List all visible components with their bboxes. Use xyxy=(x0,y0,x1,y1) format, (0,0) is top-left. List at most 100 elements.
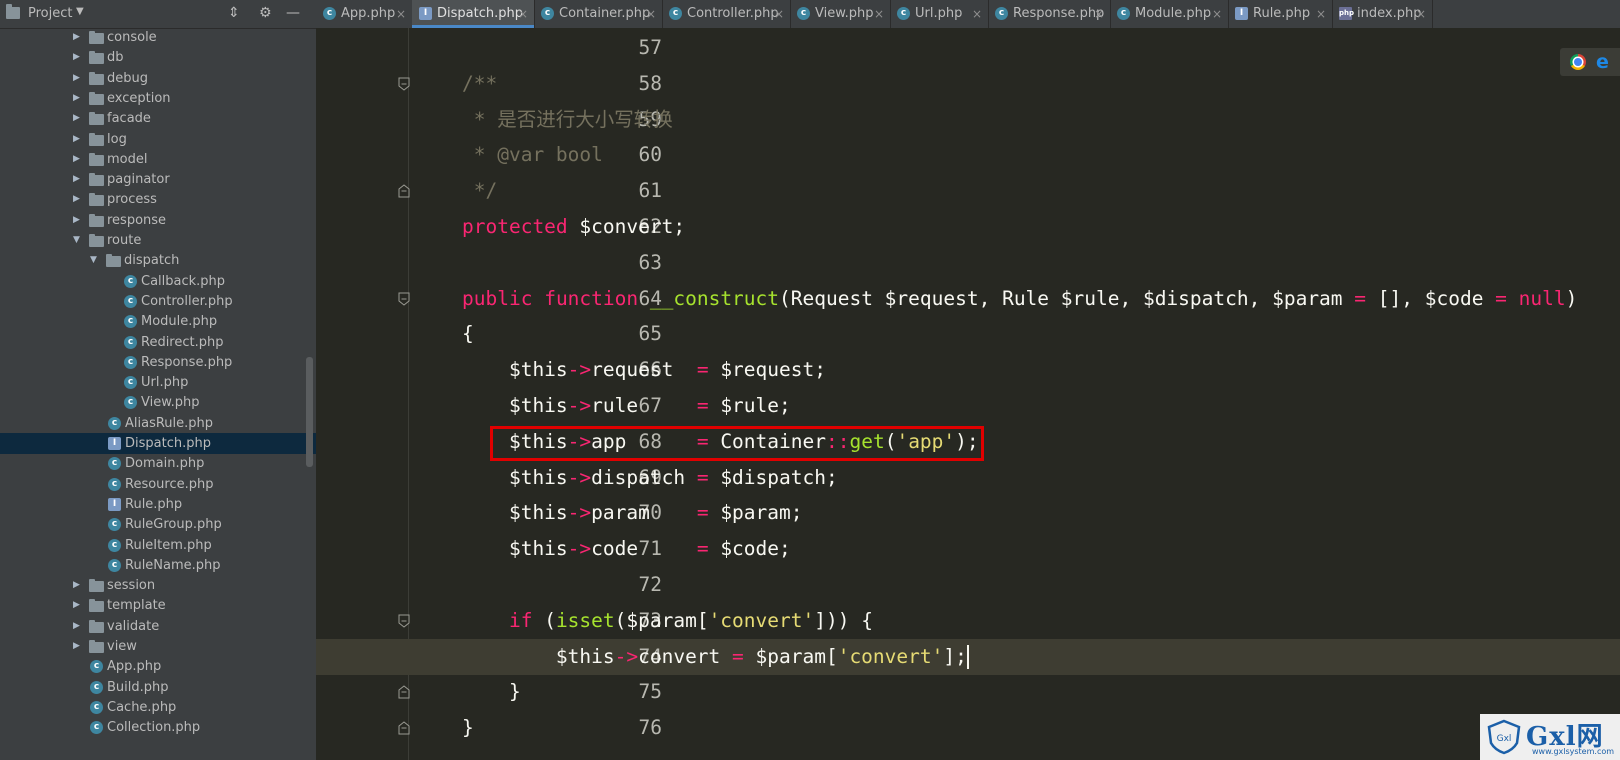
editor-tab[interactable]: php index.php × xyxy=(1332,0,1433,28)
tree-file[interactable]: c Build.php xyxy=(0,677,316,698)
tree-file[interactable]: c Response.php xyxy=(0,352,316,373)
close-tab-icon[interactable]: × xyxy=(518,0,528,28)
fold-open-icon[interactable] xyxy=(398,292,410,306)
editor-tab[interactable]: c Module.php × xyxy=(1110,0,1229,28)
tree-folder[interactable]: ▶ facade xyxy=(0,108,316,129)
collapsed-arrow-icon[interactable]: ▶ xyxy=(73,575,83,596)
code-line[interactable]: 60 * @var bool xyxy=(316,137,1620,173)
code-line[interactable]: 70 $this->param = $param; xyxy=(316,495,1620,531)
close-tab-icon[interactable]: × xyxy=(1316,0,1326,28)
editor-tab[interactable]: I Dispatch.php × xyxy=(412,0,535,28)
code-line[interactable]: 75 } xyxy=(316,674,1620,710)
close-tab-icon[interactable]: × xyxy=(774,0,784,28)
chevron-down-icon[interactable]: ▼ xyxy=(76,6,84,17)
tree-folder[interactable]: ▶ template xyxy=(0,595,316,616)
code-line[interactable]: 69 $this->dispatch = $dispatch; xyxy=(316,460,1620,496)
close-tab-icon[interactable]: × xyxy=(1212,0,1222,28)
tree-file[interactable]: c RuleGroup.php xyxy=(0,514,316,535)
gear-icon[interactable]: ⚙ xyxy=(259,5,272,21)
edge-icon[interactable]: e xyxy=(1596,51,1609,73)
code-line[interactable]: 59 * 是否进行大小写转换 xyxy=(316,102,1620,138)
tree-file[interactable]: c Url.php xyxy=(0,372,316,393)
close-tab-icon[interactable]: × xyxy=(1094,0,1104,28)
tree-folder[interactable]: ▶ debug xyxy=(0,68,316,89)
sidebar-scrollbar[interactable] xyxy=(306,357,313,467)
collapsed-arrow-icon[interactable]: ▶ xyxy=(73,27,83,48)
tree-file[interactable]: I Dispatch.php xyxy=(0,433,316,454)
collapse-all-icon[interactable]: ⇕ xyxy=(228,5,240,21)
close-tab-icon[interactable]: × xyxy=(396,0,406,28)
fold-close-icon[interactable] xyxy=(398,184,410,198)
tree-file[interactable]: c View.php xyxy=(0,392,316,413)
code-line[interactable]: 71 $this->code = $code; xyxy=(316,531,1620,567)
collapsed-arrow-icon[interactable]: ▶ xyxy=(73,129,83,150)
code-line[interactable]: 67 $this->rule = $rule; xyxy=(316,388,1620,424)
close-tab-icon[interactable]: × xyxy=(874,0,884,28)
tree-folder[interactable]: ▶ console xyxy=(0,27,316,48)
collapsed-arrow-icon[interactable]: ▶ xyxy=(73,636,83,657)
tree-file[interactable]: c Redirect.php xyxy=(0,332,316,353)
minimize-icon[interactable]: — xyxy=(286,5,300,21)
collapsed-arrow-icon[interactable]: ▶ xyxy=(73,210,83,231)
tree-file[interactable]: c App.php xyxy=(0,656,316,677)
tree-folder[interactable]: ▶ log xyxy=(0,129,316,150)
code-line[interactable]: 63 xyxy=(316,245,1620,281)
editor-tab[interactable]: c Response.php × xyxy=(988,0,1111,28)
tree-folder[interactable]: ▶ model xyxy=(0,149,316,170)
collapsed-arrow-icon[interactable]: ▶ xyxy=(73,108,83,129)
tree-file[interactable]: c AliasRule.php xyxy=(0,413,316,434)
tree-file[interactable]: c Cache.php xyxy=(0,697,316,718)
tree-folder[interactable]: ▶ exception xyxy=(0,88,316,109)
close-tab-icon[interactable]: × xyxy=(972,0,982,28)
fold-close-icon[interactable] xyxy=(398,685,410,699)
code-line[interactable]: 66 $this->request = $request; xyxy=(316,352,1620,388)
code-line[interactable]: 73 if (isset($param['convert'])) { xyxy=(316,603,1620,639)
tree-folder[interactable]: ▶ response xyxy=(0,210,316,231)
collapsed-arrow-icon[interactable]: ▶ xyxy=(73,47,83,68)
collapsed-arrow-icon[interactable]: ▶ xyxy=(73,88,83,109)
tree-folder[interactable]: ▼ dispatch xyxy=(0,250,316,271)
tree-folder[interactable]: ▶ validate xyxy=(0,616,316,637)
editor-tab[interactable]: c View.php × xyxy=(790,0,891,28)
tree-folder[interactable]: ▶ session xyxy=(0,575,316,596)
tree-file[interactable]: I Rule.php xyxy=(0,494,316,515)
expanded-arrow-icon[interactable]: ▼ xyxy=(73,230,83,251)
editor-tab[interactable]: c Container.php × xyxy=(534,0,663,28)
editor-tab[interactable]: c App.php × xyxy=(316,0,413,28)
tree-folder[interactable]: ▼ route xyxy=(0,230,316,251)
code-line[interactable]: 62 protected $convert; xyxy=(316,209,1620,245)
fold-close-icon[interactable] xyxy=(398,721,410,735)
project-panel-title[interactable]: Project xyxy=(28,6,72,21)
tree-file[interactable]: c RuleItem.php xyxy=(0,535,316,556)
code-line[interactable]: 74 $this->convert = $param['convert']; xyxy=(316,638,1620,675)
code-line[interactable]: 61 */ xyxy=(316,173,1620,209)
chrome-icon[interactable] xyxy=(1570,54,1586,70)
collapsed-arrow-icon[interactable]: ▶ xyxy=(73,149,83,170)
code-line[interactable]: 76} xyxy=(316,710,1620,746)
editor-tab[interactable]: I Rule.php × xyxy=(1228,0,1333,28)
tree-file[interactable]: c Module.php xyxy=(0,311,316,332)
collapsed-arrow-icon[interactable]: ▶ xyxy=(73,189,83,210)
tree-file[interactable]: c Domain.php xyxy=(0,453,316,474)
tree-folder[interactable]: ▶ db xyxy=(0,47,316,68)
collapsed-arrow-icon[interactable]: ▶ xyxy=(73,169,83,190)
tree-file[interactable]: c Callback.php xyxy=(0,271,316,292)
editor-tab[interactable]: c Url.php × xyxy=(890,0,989,28)
code-line[interactable]: 72 xyxy=(316,567,1620,603)
fold-open-icon[interactable] xyxy=(398,77,410,91)
tree-file[interactable]: c Resource.php xyxy=(0,474,316,495)
expanded-arrow-icon[interactable]: ▼ xyxy=(90,250,100,271)
tree-folder[interactable]: ▶ process xyxy=(0,189,316,210)
code-line[interactable]: 58/** xyxy=(316,66,1620,102)
collapsed-arrow-icon[interactable]: ▶ xyxy=(73,595,83,616)
tree-file[interactable]: c Controller.php xyxy=(0,291,316,312)
collapsed-arrow-icon[interactable]: ▶ xyxy=(73,68,83,89)
code-line[interactable]: 57 xyxy=(316,30,1620,66)
tree-file[interactable]: c RuleName.php xyxy=(0,555,316,576)
tree-file[interactable]: c Collection.php xyxy=(0,717,316,738)
code-line[interactable]: 65 { xyxy=(316,316,1620,352)
editor-tab[interactable]: c Controller.php × xyxy=(662,0,791,28)
fold-open-icon[interactable] xyxy=(398,614,410,628)
tree-folder[interactable]: ▶ view xyxy=(0,636,316,657)
collapsed-arrow-icon[interactable]: ▶ xyxy=(73,616,83,637)
